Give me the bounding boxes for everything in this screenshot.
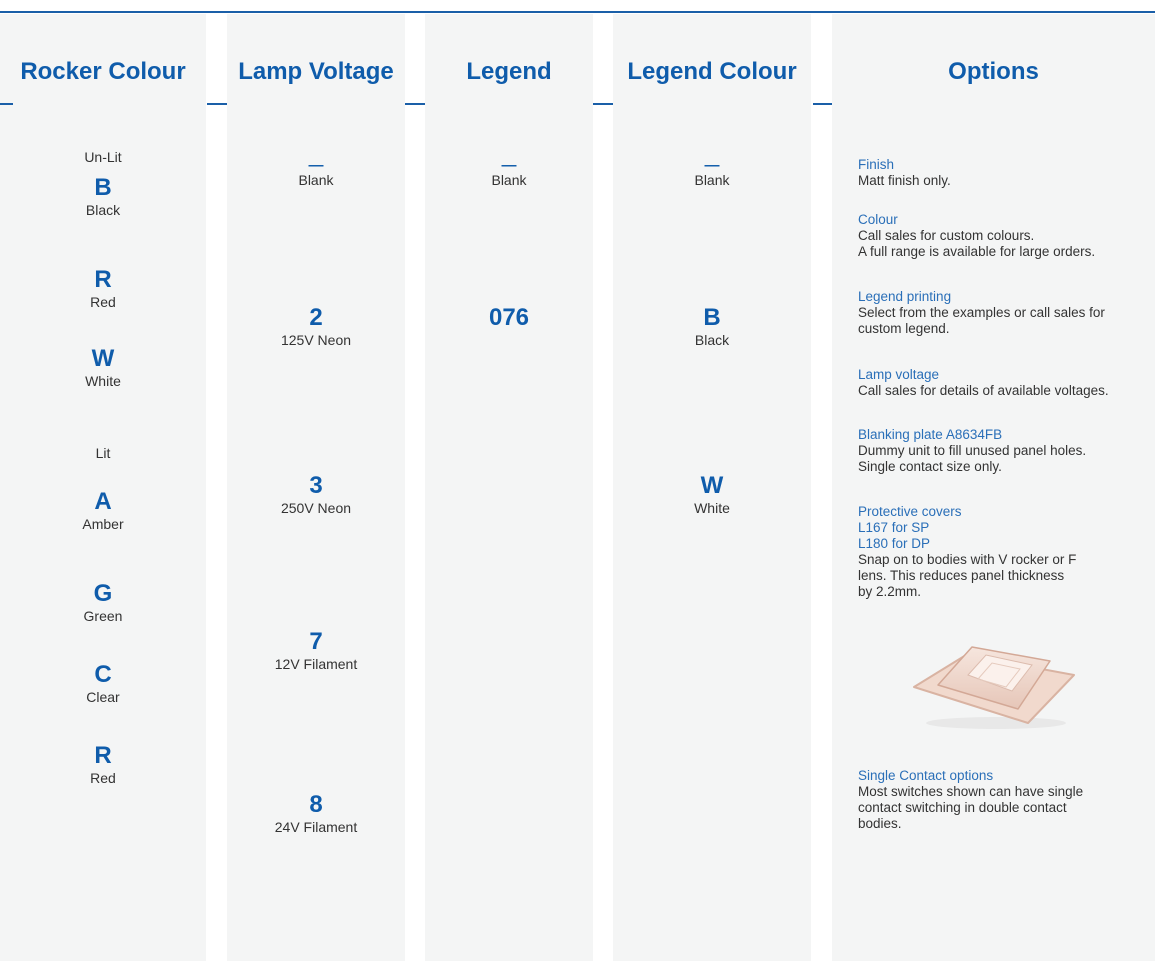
option-item: R Red <box>0 266 206 310</box>
option-label: Green <box>83 608 123 624</box>
option-label: Blank <box>491 172 527 188</box>
legend-printing-title: Legend printing <box>858 289 952 304</box>
option-code: B <box>94 174 112 201</box>
option-label: White <box>694 500 730 516</box>
option-item: W White <box>0 345 206 389</box>
single-contact-title: Single Contact options <box>858 768 994 783</box>
option-item: A Amber <box>0 488 206 532</box>
lit-label: Lit <box>95 445 111 461</box>
option-item: 2 125V Neon <box>227 304 405 348</box>
blanking-text: Single contact size only. <box>858 459 1002 474</box>
colour-text: Call sales for custom colours. <box>858 228 1035 243</box>
option-item: C Clear <box>0 661 206 705</box>
option-code: R <box>94 266 112 293</box>
option-label: Black <box>694 332 730 348</box>
option-code: 076 <box>488 304 530 331</box>
colour-title: Colour <box>858 212 898 227</box>
unlit-label: Un-Lit <box>84 149 122 165</box>
covers-block: Protective covers L167 for SP L180 for D… <box>858 504 1155 600</box>
option-label: White <box>85 373 121 389</box>
covers-sp: L167 for SP <box>858 520 930 535</box>
option-label: Blank <box>694 172 730 188</box>
option-item: 8 24V Filament <box>227 791 405 835</box>
option-item: 076 <box>425 304 593 332</box>
divider-tick <box>813 103 832 105</box>
option-code: 7 <box>309 628 323 655</box>
protective-cover-image <box>913 646 1075 729</box>
option-item: — Blank <box>227 157 405 188</box>
legend-printing-block: Legend printing Select from the examples… <box>858 289 1155 337</box>
divider-tick <box>405 103 425 105</box>
divider-tick <box>0 103 13 105</box>
option-code: G <box>93 580 113 607</box>
legend-colour-header: Legend Colour <box>627 58 797 85</box>
option-label: Red <box>90 770 116 786</box>
option-item: B Black <box>613 304 811 348</box>
option-label: Black <box>85 202 121 218</box>
lamp-voltage-block: Lamp voltage Call sales for details of a… <box>858 367 1155 399</box>
option-item: 7 12V Filament <box>227 628 405 672</box>
option-code: 8 <box>309 791 323 818</box>
blanking-title: Blanking plate A8634FB <box>858 427 1003 442</box>
single-contact-text: bodies. <box>858 816 902 831</box>
option-code: B <box>703 304 721 331</box>
lamp-voltage-text: Call sales for details of available volt… <box>858 383 1109 398</box>
top-rule <box>0 11 1155 13</box>
option-label: 12V Filament <box>274 656 358 672</box>
option-item: — Blank <box>425 157 593 188</box>
covers-text: by 2.2mm. <box>858 584 922 599</box>
finish-block: Finish Matt finish only. <box>858 157 1155 189</box>
option-label: Clear <box>86 689 120 705</box>
options-header: Options <box>948 58 1039 85</box>
option-code: R <box>94 742 112 769</box>
option-label: Blank <box>298 172 334 188</box>
single-contact-text: contact switching in double contact <box>858 800 1067 815</box>
covers-dp: L180 for DP <box>858 536 931 551</box>
single-contact-text: Most switches shown can have single <box>858 784 1084 799</box>
finish-title: Finish <box>858 157 895 172</box>
colour-text: A full range is available for large orde… <box>858 244 1096 259</box>
blank-dash: — <box>308 157 324 174</box>
option-label: 125V Neon <box>280 332 352 348</box>
option-item: G Green <box>0 580 206 624</box>
legend-header: Legend <box>466 58 552 85</box>
option-code: 3 <box>309 472 323 499</box>
finish-text: Matt finish only. <box>858 173 951 188</box>
option-code: W <box>91 345 115 372</box>
covers-text: Snap on to bodies with V rocker or F <box>858 552 1077 567</box>
blanking-text: Dummy unit to fill unused panel holes. <box>858 443 1087 458</box>
option-label: 24V Filament <box>274 819 358 835</box>
blank-dash: — <box>704 157 720 174</box>
legend-printing-text: Select from the examples or call sales f… <box>858 305 1105 320</box>
blank-dash: — <box>501 157 517 174</box>
option-code: W <box>700 472 724 499</box>
option-item: 3 250V Neon <box>227 472 405 516</box>
option-label: Red <box>90 294 116 310</box>
option-code: A <box>94 488 112 515</box>
lamp-voltage-header: Lamp Voltage <box>238 58 394 85</box>
divider-tick <box>593 103 613 105</box>
column-legend-colour: Legend Colour — Blank B Black W White <box>613 14 811 961</box>
colour-block: Colour Call sales for custom colours. A … <box>858 212 1155 260</box>
option-code: 2 <box>309 304 323 331</box>
lamp-voltage-title: Lamp voltage <box>858 367 940 382</box>
covers-text: lens. This reduces panel thickness <box>858 568 1065 583</box>
option-item: W White <box>613 472 811 516</box>
option-item: — Blank <box>613 157 811 188</box>
covers-title: Protective covers <box>858 504 962 519</box>
column-lamp-voltage: Lamp Voltage — Blank 2 125V Neon 3 250V … <box>227 14 405 961</box>
column-legend: Legend — Blank 076 <box>425 14 593 961</box>
column-rocker-colour: Rocker Colour Un-Lit B Black R Red W Whi… <box>0 14 206 961</box>
blanking-block: Blanking plate A8634FB Dummy unit to fil… <box>858 427 1155 475</box>
option-label: 250V Neon <box>280 500 352 516</box>
option-code: C <box>94 661 112 688</box>
divider-tick <box>207 103 227 105</box>
legend-printing-text: custom legend. <box>858 321 950 336</box>
option-item: B Black <box>0 174 206 218</box>
single-contact-block: Single Contact options Most switches sho… <box>858 768 1155 832</box>
option-item: R Red <box>0 742 206 786</box>
rocker-colour-header: Rocker Colour <box>20 58 186 85</box>
option-label: Amber <box>82 516 124 532</box>
